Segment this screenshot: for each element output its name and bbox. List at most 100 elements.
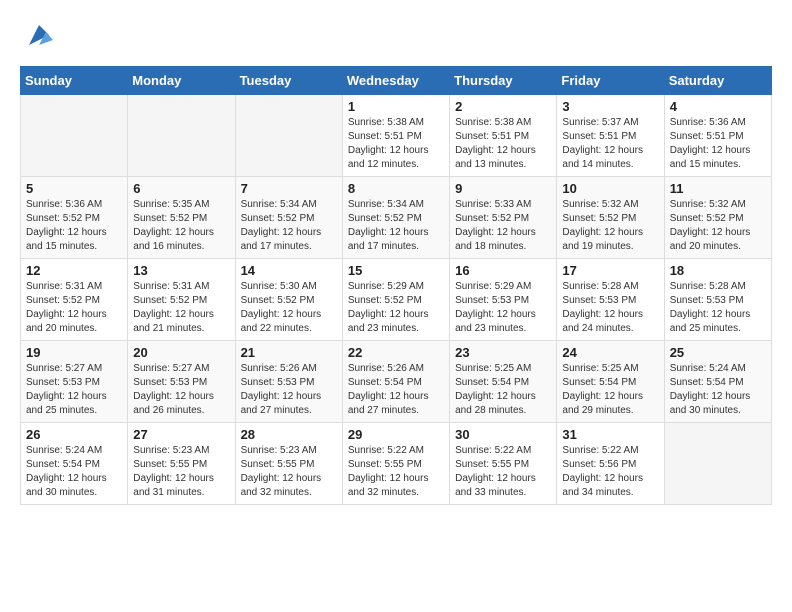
day-info: Sunrise: 5:23 AM Sunset: 5:55 PM Dayligh… <box>241 444 337 500</box>
day-number: 9 <box>455 181 551 196</box>
day-info: Sunrise: 5:28 AM Sunset: 5:53 PM Dayligh… <box>670 280 766 336</box>
day-info: Sunrise: 5:33 AM Sunset: 5:52 PM Dayligh… <box>455 198 551 254</box>
day-number: 16 <box>455 263 551 278</box>
day-info: Sunrise: 5:26 AM Sunset: 5:53 PM Dayligh… <box>241 362 337 418</box>
day-info: Sunrise: 5:28 AM Sunset: 5:53 PM Dayligh… <box>562 280 658 336</box>
day-number: 31 <box>562 427 658 442</box>
day-info: Sunrise: 5:27 AM Sunset: 5:53 PM Dayligh… <box>133 362 229 418</box>
day-info: Sunrise: 5:35 AM Sunset: 5:52 PM Dayligh… <box>133 198 229 254</box>
day-number: 3 <box>562 99 658 114</box>
day-info: Sunrise: 5:32 AM Sunset: 5:52 PM Dayligh… <box>670 198 766 254</box>
day-number: 23 <box>455 345 551 360</box>
weekday-header-friday: Friday <box>557 67 664 95</box>
day-info: Sunrise: 5:22 AM Sunset: 5:55 PM Dayligh… <box>455 444 551 500</box>
day-number: 7 <box>241 181 337 196</box>
weekday-header-monday: Monday <box>128 67 235 95</box>
day-info: Sunrise: 5:25 AM Sunset: 5:54 PM Dayligh… <box>455 362 551 418</box>
calendar-cell: 3 Sunrise: 5:37 AM Sunset: 5:51 PM Daylig… <box>557 95 664 177</box>
calendar-cell <box>664 423 771 505</box>
calendar-cell: 22Sunrise: 5:26 AM Sunset: 5:54 PM Dayli… <box>342 341 449 423</box>
calendar-cell: 4 Sunrise: 5:36 AM Sunset: 5:51 PM Daylig… <box>664 95 771 177</box>
calendar-cell: 10 Sunrise: 5:32 AM Sunset: 5:52 PM Dayli… <box>557 177 664 259</box>
calendar-cell: 26Sunrise: 5:24 AM Sunset: 5:54 PM Dayli… <box>21 423 128 505</box>
calendar-cell <box>21 95 128 177</box>
day-info: Sunrise: 5:38 AM Sunset: 5:51 PM Dayligh… <box>455 116 551 172</box>
day-info: Sunrise: 5:32 AM Sunset: 5:52 PM Dayligh… <box>562 198 658 254</box>
calendar-cell <box>128 95 235 177</box>
calendar-cell: 29 Sunrise: 5:22 AM Sunset: 5:55 PM Dayli… <box>342 423 449 505</box>
day-info: Sunrise: 5:25 AM Sunset: 5:54 PM Dayligh… <box>562 362 658 418</box>
weekday-header-saturday: Saturday <box>664 67 771 95</box>
day-number: 27 <box>133 427 229 442</box>
day-number: 12 <box>26 263 122 278</box>
calendar-week-row: 19Sunrise: 5:27 AM Sunset: 5:53 PM Dayli… <box>21 341 772 423</box>
calendar-cell: 21Sunrise: 5:26 AM Sunset: 5:53 PM Dayli… <box>235 341 342 423</box>
day-number: 5 <box>26 181 122 196</box>
day-info: Sunrise: 5:31 AM Sunset: 5:52 PM Dayligh… <box>133 280 229 336</box>
calendar-week-row: 5 Sunrise: 5:36 AM Sunset: 5:52 PM Daylig… <box>21 177 772 259</box>
calendar-cell: 28 Sunrise: 5:23 AM Sunset: 5:55 PM Dayli… <box>235 423 342 505</box>
calendar-cell: 19Sunrise: 5:27 AM Sunset: 5:53 PM Dayli… <box>21 341 128 423</box>
day-info: Sunrise: 5:27 AM Sunset: 5:53 PM Dayligh… <box>26 362 122 418</box>
day-number: 17 <box>562 263 658 278</box>
calendar-week-row: 26Sunrise: 5:24 AM Sunset: 5:54 PM Dayli… <box>21 423 772 505</box>
header <box>20 20 772 50</box>
day-info: Sunrise: 5:24 AM Sunset: 5:54 PM Dayligh… <box>26 444 122 500</box>
calendar-cell: 9 Sunrise: 5:33 AM Sunset: 5:52 PM Daylig… <box>450 177 557 259</box>
day-number: 30 <box>455 427 551 442</box>
weekday-header-sunday: Sunday <box>21 67 128 95</box>
day-number: 25 <box>670 345 766 360</box>
day-number: 14 <box>241 263 337 278</box>
weekday-header-thursday: Thursday <box>450 67 557 95</box>
calendar-cell: 23 Sunrise: 5:25 AM Sunset: 5:54 PM Dayli… <box>450 341 557 423</box>
calendar-cell: 11Sunrise: 5:32 AM Sunset: 5:52 PM Dayli… <box>664 177 771 259</box>
day-info: Sunrise: 5:22 AM Sunset: 5:55 PM Dayligh… <box>348 444 444 500</box>
calendar-cell: 1 Sunrise: 5:38 AM Sunset: 5:51 PM Daylig… <box>342 95 449 177</box>
day-number: 28 <box>241 427 337 442</box>
day-info: Sunrise: 5:31 AM Sunset: 5:52 PM Dayligh… <box>26 280 122 336</box>
day-number: 13 <box>133 263 229 278</box>
day-number: 22 <box>348 345 444 360</box>
day-number: 24 <box>562 345 658 360</box>
calendar-week-row: 1 Sunrise: 5:38 AM Sunset: 5:51 PM Daylig… <box>21 95 772 177</box>
calendar-cell: 8 Sunrise: 5:34 AM Sunset: 5:52 PM Daylig… <box>342 177 449 259</box>
day-info: Sunrise: 5:23 AM Sunset: 5:55 PM Dayligh… <box>133 444 229 500</box>
calendar-cell: 18 Sunrise: 5:28 AM Sunset: 5:53 PM Dayli… <box>664 259 771 341</box>
calendar-body: 1 Sunrise: 5:38 AM Sunset: 5:51 PM Daylig… <box>21 95 772 505</box>
weekday-header-row: SundayMondayTuesdayWednesdayThursdayFrid… <box>21 67 772 95</box>
day-number: 2 <box>455 99 551 114</box>
calendar-cell: 14 Sunrise: 5:30 AM Sunset: 5:52 PM Dayli… <box>235 259 342 341</box>
day-info: Sunrise: 5:34 AM Sunset: 5:52 PM Dayligh… <box>348 198 444 254</box>
day-info: Sunrise: 5:29 AM Sunset: 5:52 PM Dayligh… <box>348 280 444 336</box>
calendar-cell: 20 Sunrise: 5:27 AM Sunset: 5:53 PM Dayli… <box>128 341 235 423</box>
logo <box>20 20 54 50</box>
day-info: Sunrise: 5:37 AM Sunset: 5:51 PM Dayligh… <box>562 116 658 172</box>
calendar-header: SundayMondayTuesdayWednesdayThursdayFrid… <box>21 67 772 95</box>
calendar-week-row: 12 Sunrise: 5:31 AM Sunset: 5:52 PM Dayli… <box>21 259 772 341</box>
day-number: 1 <box>348 99 444 114</box>
calendar-cell: 7 Sunrise: 5:34 AM Sunset: 5:52 PM Daylig… <box>235 177 342 259</box>
calendar-cell: 31 Sunrise: 5:22 AM Sunset: 5:56 PM Dayli… <box>557 423 664 505</box>
day-info: Sunrise: 5:36 AM Sunset: 5:52 PM Dayligh… <box>26 198 122 254</box>
day-number: 18 <box>670 263 766 278</box>
calendar-cell: 6 Sunrise: 5:35 AM Sunset: 5:52 PM Daylig… <box>128 177 235 259</box>
day-info: Sunrise: 5:22 AM Sunset: 5:56 PM Dayligh… <box>562 444 658 500</box>
day-info: Sunrise: 5:30 AM Sunset: 5:52 PM Dayligh… <box>241 280 337 336</box>
page: SundayMondayTuesdayWednesdayThursdayFrid… <box>0 0 792 515</box>
calendar-cell: 13 Sunrise: 5:31 AM Sunset: 5:52 PM Dayli… <box>128 259 235 341</box>
day-number: 29 <box>348 427 444 442</box>
calendar: SundayMondayTuesdayWednesdayThursdayFrid… <box>20 66 772 505</box>
day-number: 6 <box>133 181 229 196</box>
weekday-header-tuesday: Tuesday <box>235 67 342 95</box>
day-number: 4 <box>670 99 766 114</box>
calendar-cell: 2 Sunrise: 5:38 AM Sunset: 5:51 PM Daylig… <box>450 95 557 177</box>
calendar-cell: 25Sunrise: 5:24 AM Sunset: 5:54 PM Dayli… <box>664 341 771 423</box>
day-number: 20 <box>133 345 229 360</box>
day-number: 8 <box>348 181 444 196</box>
day-number: 15 <box>348 263 444 278</box>
day-info: Sunrise: 5:38 AM Sunset: 5:51 PM Dayligh… <box>348 116 444 172</box>
day-info: Sunrise: 5:36 AM Sunset: 5:51 PM Dayligh… <box>670 116 766 172</box>
day-info: Sunrise: 5:34 AM Sunset: 5:52 PM Dayligh… <box>241 198 337 254</box>
calendar-cell: 15 Sunrise: 5:29 AM Sunset: 5:52 PM Dayli… <box>342 259 449 341</box>
day-number: 10 <box>562 181 658 196</box>
